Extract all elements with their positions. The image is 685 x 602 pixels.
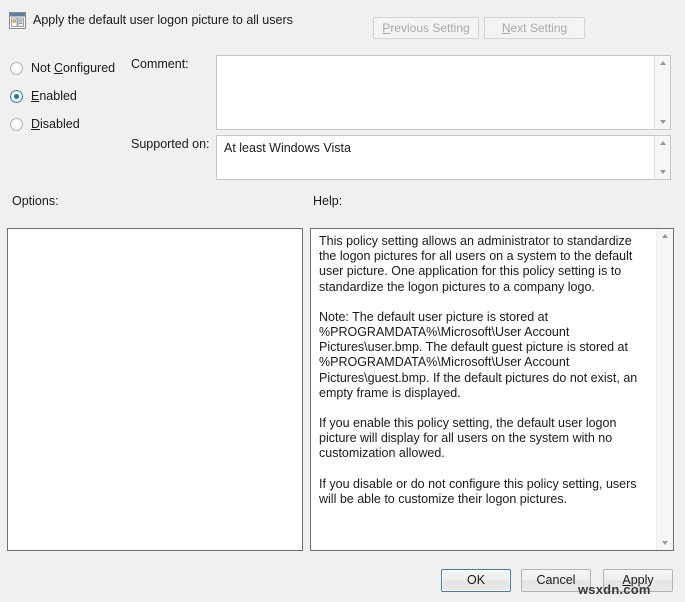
- ok-button[interactable]: OK: [441, 569, 511, 592]
- watermark: wsxdn.com: [578, 582, 651, 597]
- help-paragraph: If you enable this policy setting, the d…: [319, 416, 641, 462]
- page-title: Apply the default user logon picture to …: [33, 13, 293, 27]
- supported-on-input[interactable]: At least Windows Vista: [216, 135, 671, 180]
- options-panel[interactable]: [7, 228, 303, 551]
- supported-on-scroll-up-icon[interactable]: [655, 136, 671, 151]
- next-setting-button[interactable]: Next Setting: [484, 17, 585, 39]
- help-paragraph: Note: The default user picture is stored…: [319, 310, 641, 401]
- supported-on-scroll-down-icon[interactable]: [655, 164, 671, 179]
- comment-scroll-up-icon[interactable]: [655, 56, 671, 71]
- dialog-header: Apply the default user logon picture to …: [0, 0, 685, 45]
- policy-setting-icon: [9, 12, 26, 29]
- next-setting-label: ext Setting: [510, 21, 567, 35]
- radio-enabled-mark[interactable]: [10, 90, 23, 103]
- radio-not-configured-label: Not Configured: [31, 61, 115, 75]
- comment-scroll-down-icon[interactable]: [655, 114, 671, 129]
- radio-enabled-label: Enabled: [31, 89, 77, 103]
- help-scrollbar[interactable]: [656, 229, 673, 550]
- comment-scrollbar[interactable]: [654, 56, 670, 129]
- help-label: Help:: [313, 194, 342, 208]
- radio-enabled[interactable]: Enabled: [10, 87, 77, 105]
- radio-disabled-mark[interactable]: [10, 118, 23, 131]
- radio-not-configured[interactable]: Not Configured: [10, 59, 115, 77]
- help-scroll-up-icon[interactable]: [657, 229, 673, 244]
- help-paragraph: If you disable or do not configure this …: [319, 477, 641, 507]
- help-panel[interactable]: This policy setting allows an administra…: [310, 228, 674, 551]
- options-label: Options:: [12, 194, 59, 208]
- comment-label: Comment:: [131, 57, 189, 71]
- comment-input[interactable]: [216, 55, 671, 130]
- radio-not-configured-mark[interactable]: [10, 62, 23, 75]
- help-paragraph: This policy setting allows an administra…: [319, 234, 641, 295]
- previous-setting-label: revious Setting: [390, 21, 469, 35]
- group-policy-setting-dialog: Apply the default user logon picture to …: [0, 0, 685, 602]
- supported-on-label: Supported on:: [131, 137, 210, 151]
- help-text: This policy setting allows an administra…: [319, 234, 641, 507]
- previous-setting-button[interactable]: Previous Setting: [373, 17, 479, 39]
- radio-disabled-label: Disabled: [31, 117, 80, 131]
- supported-on-scrollbar[interactable]: [654, 136, 670, 179]
- supported-on-value: At least Windows Vista: [224, 141, 648, 156]
- help-scroll-down-icon[interactable]: [657, 535, 673, 550]
- radio-disabled[interactable]: Disabled: [10, 115, 80, 133]
